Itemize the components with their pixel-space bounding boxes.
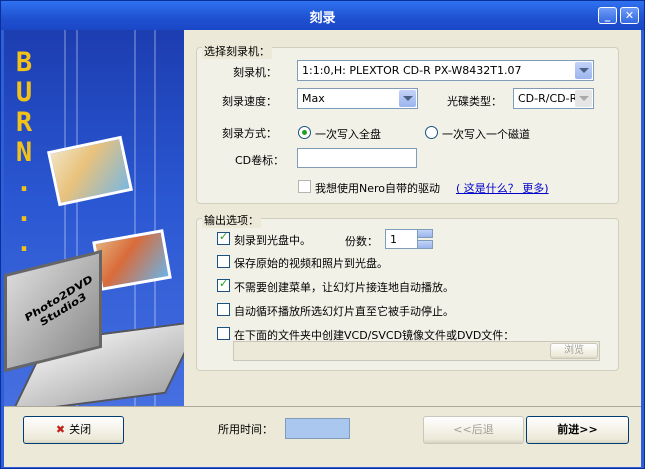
method-radio-full-disc[interactable] xyxy=(298,126,311,139)
recorder-value: 1:1:0,H: PLEXTOR CD-R PX-W8432T1.07 xyxy=(302,64,522,77)
nero-driver-label: 我想使用Nero自带的驱动 xyxy=(315,182,441,195)
recorder-select[interactable]: 1:1:0,H: PLEXTOR CD-R PX-W8432T1.07 xyxy=(297,60,594,81)
photo-thumbnail xyxy=(47,135,133,207)
copies-value: 1 xyxy=(390,233,397,246)
burn-wordmark: B U R N . . . xyxy=(12,48,36,258)
close-button-label: 关闭 xyxy=(69,423,92,436)
burn-to-disc-label: 刻录到光盘中。 xyxy=(234,234,311,247)
save-originals-checkbox[interactable] xyxy=(217,255,230,268)
method-option-label: 一次写入一个磁道 xyxy=(442,128,530,141)
folder-path-input[interactable] xyxy=(233,341,600,361)
burn-letter: . xyxy=(15,167,33,198)
burn-letter: B xyxy=(15,47,33,78)
recorder-group-title: 选择刻录机： xyxy=(202,43,272,59)
window-title: 刻录 xyxy=(309,11,336,26)
burn-dialog: 刻录 _ ✕ B U R N . . . Photo2DVD Studio3 选… xyxy=(0,0,645,469)
speed-select[interactable]: Max xyxy=(297,88,418,109)
next-button[interactable]: 前进>> xyxy=(526,416,629,444)
close-button[interactable]: ✖ 关闭 xyxy=(23,416,124,444)
speed-label: 刻录速度： xyxy=(222,95,277,108)
photo-thumbnail xyxy=(92,229,172,291)
chevron-down-icon[interactable] xyxy=(399,90,416,107)
recorder-label: 刻录机： xyxy=(233,66,277,79)
method-option-label: 一次写入全盘 xyxy=(315,128,381,141)
spin-up-icon[interactable] xyxy=(417,229,433,238)
disc-type-value: CD-R/CD-R xyxy=(518,92,578,105)
method-radio-track[interactable] xyxy=(425,126,438,139)
chevron-down-icon[interactable] xyxy=(575,90,592,107)
product-label: Photo2DVD Studio3 xyxy=(23,272,95,329)
title-bar[interactable]: 刻录 _ ✕ xyxy=(1,1,644,30)
nero-driver-checkbox[interactable] xyxy=(298,180,311,193)
burn-letter: R xyxy=(15,107,33,138)
copies-input[interactable]: 1 xyxy=(385,229,418,249)
elapsed-time-label: 所用时间： xyxy=(218,423,273,436)
back-button[interactable]: <<后退 xyxy=(423,416,524,444)
method-label: 刻录方式： xyxy=(222,127,277,140)
footer-divider xyxy=(4,406,641,407)
no-menu-label: 不需要创建菜单，让幻灯片接连地自动播放。 xyxy=(234,281,454,294)
copies-spinner[interactable] xyxy=(417,229,433,249)
burn-letter: N xyxy=(15,137,33,168)
chevron-down-icon[interactable] xyxy=(575,62,592,79)
spin-down-icon[interactable] xyxy=(417,240,433,249)
volume-label: CD卷标： xyxy=(235,154,285,167)
minimize-button[interactable]: _ xyxy=(598,7,617,24)
side-banner: B U R N . . . Photo2DVD Studio3 xyxy=(4,30,184,406)
close-window-button[interactable]: ✕ xyxy=(620,7,639,24)
speed-value: Max xyxy=(302,92,325,105)
disc-type-select[interactable]: CD-R/CD-R xyxy=(513,88,594,109)
burn-letter: . xyxy=(15,227,33,258)
elapsed-time-value xyxy=(285,418,350,439)
create-image-checkbox[interactable] xyxy=(217,327,230,340)
volume-input[interactable] xyxy=(297,148,417,168)
browse-button[interactable]: 浏览 xyxy=(550,343,598,359)
auto-loop-checkbox[interactable] xyxy=(217,303,230,316)
disc-type-label: 光碟类型： xyxy=(447,95,502,108)
close-x-icon: ✖ xyxy=(55,423,66,436)
copies-label: 份数： xyxy=(345,235,378,248)
save-originals-label: 保存原始的视频和照片到光盘。 xyxy=(234,257,388,270)
no-menu-checkbox[interactable] xyxy=(217,277,230,292)
burn-letter: U xyxy=(15,77,33,108)
auto-loop-label: 自动循环播放所选幻灯片直至它被手动停止。 xyxy=(234,305,454,318)
dialog-body: B U R N . . . Photo2DVD Studio3 选择刻录机： 刻… xyxy=(4,30,641,467)
burn-to-disc-checkbox[interactable] xyxy=(217,230,230,245)
burn-letter: . xyxy=(15,197,33,228)
output-group-title: 输出选项： xyxy=(202,212,261,228)
help-link[interactable]: ( 这是什么？ 更多) xyxy=(456,180,549,196)
